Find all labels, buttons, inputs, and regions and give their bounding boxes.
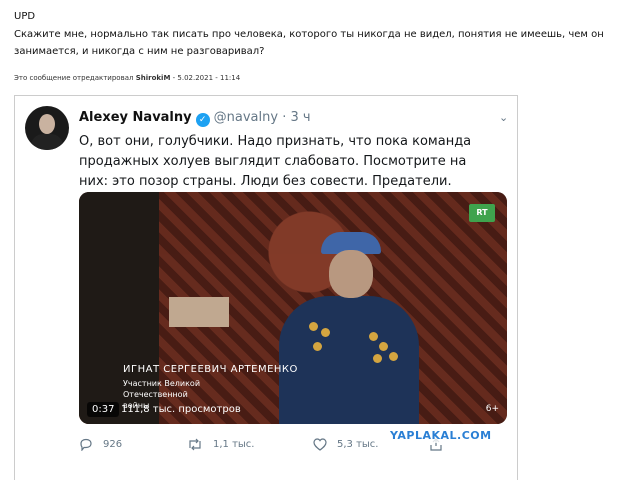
like-count: 5,3 тыс. [337,439,379,450]
edit-note-date: - 5.02.2021 - 11:14 [170,74,241,82]
tweet-body: О, вот они, голубчики. Надо признать, чт… [79,134,472,189]
edit-note-user[interactable]: ShirokiM [136,74,171,82]
tweet-header: Alexey Navalny ✓ @navalny · 3 ч [79,110,311,127]
update-label: UPD [14,11,36,22]
post-text: Скажите мне, нормально так писать про че… [14,29,604,57]
reply-icon [80,438,92,451]
video-duration: 0:37 [87,402,120,417]
retweet-icon [189,438,201,451]
video-caption-name: ИГНАТ СЕРГЕЕВИЧ АРТЕМЕНКО [123,364,298,375]
retweet-count: 1,1 тыс. [213,439,255,450]
background-photo [169,297,229,327]
chevron-down-icon[interactable]: ⌄ [499,112,511,124]
video-player[interactable]: RT ИГНАТ СЕРГЕЕВИЧ АРТЕМЕНКО Участник Ве… [79,192,507,424]
reply-button[interactable]: 926 [79,438,122,451]
age-rating: 6+ [485,404,499,414]
separator: · [282,110,287,125]
author-handle[interactable]: @navalny [214,110,278,125]
veteran-figure [279,232,419,424]
verified-icon: ✓ [195,113,210,127]
avatar[interactable] [25,106,69,150]
tweet-screenshot[interactable]: Alexey Navalny ✓ @navalny · 3 ч ⌄ О, вот о… [14,95,518,480]
video-views: 111,8 тыс. просмотров [121,404,241,415]
site-watermark: YAPLAKAL.COM [387,428,495,443]
edit-note: Это сообщение отредактировал ShirokiM - … [14,74,240,82]
author-name[interactable]: Alexey Navalny [79,110,192,125]
tweet-time[interactable]: 3 ч [290,110,310,125]
edit-note-prefix: Это сообщение отредактировал [14,74,136,82]
retweet-button[interactable]: 1,1 тыс. [187,438,254,451]
heart-icon [313,438,327,451]
reply-count: 926 [103,439,123,450]
like-button[interactable]: 5,3 тыс. [313,438,378,451]
channel-logo: RT [469,204,495,222]
